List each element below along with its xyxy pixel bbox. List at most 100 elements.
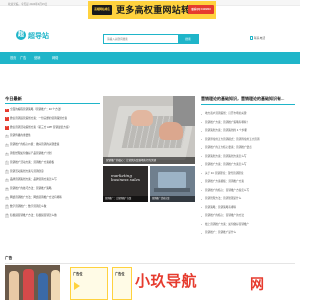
ad-photo[interactable] [5, 265, 60, 300]
nav-item-marketing[interactable]: 营销 [34, 52, 40, 64]
list-item[interactable]: 6 销售经理如何做好产品营销推广计划 [5, 150, 100, 159]
ad-tag: 高端网站域名 [92, 5, 112, 15]
nav-item-ads[interactable]: 广告 [20, 52, 26, 64]
greeting-text: 欢迎光临，今天是 2024年4月15日 [8, 2, 48, 6]
list-item-text: 销售经理如何做好产品营销推广计划 [10, 151, 52, 155]
list-item[interactable]: 营销推广的核心：营销推广的方法 [201, 212, 295, 221]
rank-badge: 9 [5, 178, 9, 183]
arrow-icon [74, 282, 80, 290]
hand-illustration [131, 110, 153, 126]
ad-big-subtext: 网 [250, 277, 264, 293]
list-item-text: 营销推广的核心价值：做好营销的关键要素 [10, 143, 60, 147]
rank-badge: 13 [5, 214, 9, 218]
logo-name: 超导站 [28, 32, 49, 40]
ad-tile-text: 广告位 [73, 272, 83, 276]
list-item[interactable]: 1 全面的编程营销策略（营销推广：40 个方法） [5, 106, 100, 115]
list-item[interactable]: 关于 4C 营销理论：现代营销理论 [201, 170, 295, 179]
list-item[interactable]: 营销推广的核心：营销推广方案怎么写 [201, 187, 295, 196]
list-item[interactable]: 营销管理方法：营销管理是什么 [201, 195, 295, 204]
list-item-text: 品牌营销策划方案：品牌营销方案怎么写 [10, 178, 57, 182]
list-item[interactable]: 12 数字营销推广：数字营销怎么做 [5, 203, 100, 212]
list-item[interactable]: 营销推广方案模板：营销推广方案 [201, 178, 295, 187]
ad-tile-2[interactable]: 广告位 [112, 267, 132, 300]
feature-caption: 营销推广活动方案 [150, 196, 195, 202]
list-item-text: 微信营销活动策划方案（第三方 APP 营销最优方案） [10, 125, 72, 129]
today-title: 今日最新 [5, 96, 22, 101]
person-illustration [9, 271, 19, 300]
laptop-screen-illustration [158, 172, 186, 188]
ad-qq-contact[interactable]: 联系QQ:4110213 [188, 5, 214, 14]
phone-icon [250, 36, 253, 41]
rank-badge: 3 [5, 126, 9, 130]
right-article-list: 地方商户营销策划：打开市场的关键 营销推广方案：营销推广策略有哪些？ 营销策划方… [201, 110, 295, 238]
image-text: marketing business sales [111, 173, 140, 183]
logo-icon: 超 [16, 30, 26, 40]
list-item[interactable]: 5 营销推广的核心价值：做好营销的关键要素 [5, 141, 100, 150]
person-illustration [23, 269, 34, 300]
section-divider [5, 103, 100, 104]
feature-image-small-1[interactable]: marketing business sales 营销推广：让营销推广方案 [103, 166, 148, 202]
rank-badge: 4 [5, 134, 9, 139]
list-item[interactable]: 地方商户营销策划：打开市场的关键 [201, 110, 295, 119]
ad-tile-1[interactable]: 广告位 [70, 267, 108, 300]
phone-contact[interactable]: 联系电话 [250, 36, 266, 41]
list-item[interactable]: 8 营销活动策划方案与营销创意 [5, 168, 100, 177]
list-item[interactable]: 2 微信营销运营策划方案：一份完整的营销策划方案 [5, 115, 100, 124]
site-header: 超 超导站 搜索 联系电话 [0, 20, 300, 50]
rank-badge: 7 [5, 161, 9, 165]
main-nav: 首页 广告 营销 网络 [0, 52, 300, 64]
list-item-text: 网络营销推广方法：网络营销推广方法有哪些 [10, 195, 62, 199]
list-item[interactable]: 9 品牌营销策划方案：品牌营销方案怎么写 [5, 176, 100, 185]
list-item[interactable]: 10 营销推广的技巧方法：营销推广策略 [5, 185, 100, 194]
rank-badge: 2 [5, 117, 9, 121]
site-logo[interactable]: 超 超导站 [16, 28, 56, 42]
list-item[interactable]: 营销策划方案：营销策划的 4 个步骤 [201, 127, 295, 136]
list-item-text: 全面的编程营销策略（营销推广：40 个方法） [10, 108, 63, 111]
ads-label: 广告 [5, 256, 13, 260]
list-item[interactable]: 营销推广方案：营销推广策略有哪些？ [201, 119, 295, 128]
list-item[interactable]: 营销策略：营销策略有哪些 [201, 204, 295, 213]
laptop-base-illustration [154, 188, 190, 192]
list-item[interactable]: 营销策划方案：营销策划方案怎么写 [201, 153, 295, 162]
section-divider [5, 263, 295, 264]
person-illustration [38, 273, 48, 300]
today-list: 1 全面的编程营销策略（营销推广：40 个方法） 2 微信营销运营策划方案：一份完整… [5, 106, 100, 220]
nav-item-network[interactable]: 网络 [52, 52, 58, 64]
rank-badge: 1 [5, 108, 9, 113]
rank-badge: 11 [5, 196, 9, 201]
list-item-text: 营销传播的重要性 [10, 134, 31, 138]
list-item-text: 营销推广的技巧方法：营销推广策略 [10, 187, 52, 191]
search-button[interactable]: 搜索 [178, 35, 198, 43]
list-item[interactable]: 11 网络营销推广方法：网络营销推广方法有哪些 [5, 194, 100, 203]
list-item[interactable]: 13 短视频营销推广方法：短视频营销怎么做 [5, 212, 100, 221]
list-item-text: 微信营销运营策划方案：一份完整的营销策划方案 [10, 116, 68, 120]
list-item[interactable]: 4 营销传播的重要性 [5, 132, 100, 141]
section-divider [201, 104, 295, 105]
nav-item-home[interactable]: 首页 [10, 52, 16, 64]
phone-label: 联系电话 [254, 36, 266, 40]
top-ad-banner[interactable]: 高端网站域名 更多高权重网站转让 联系QQ:4110213 [88, 1, 216, 19]
right-headline[interactable]: 营销理论的基础知识，营销理论的基础知识有... [201, 96, 295, 102]
hand-illustration [159, 122, 183, 140]
list-item-text: 营销活动策划方案与营销创意 [10, 169, 44, 173]
feature-image-main[interactable]: 营销推广的核心：让营销方案落地执行的关键 [103, 96, 195, 164]
ads-section: 广告 广告位 广告位 小玖导航 网 [0, 250, 300, 300]
list-item[interactable]: 线上营销推广方案：如何做好营销推广 [201, 221, 295, 230]
list-item[interactable]: 3 微信营销活动策划方案（第三方 APP 营销最优方案） [5, 124, 100, 133]
list-item[interactable]: 营销推广：营销推广是什么 [201, 229, 295, 238]
list-item[interactable]: 7 营销推广活动方案：营销推广方案模板 [5, 159, 100, 168]
ad-big-text[interactable]: 小玖导航 [135, 270, 197, 291]
list-item[interactable]: 营销推广方案：营销推广方案怎么写 [201, 161, 295, 170]
feature-image-small-2[interactable]: 营销推广活动方案 [150, 166, 195, 202]
rank-badge: 8 [5, 170, 9, 174]
person-illustration [51, 270, 60, 300]
list-item[interactable]: 营销界常用五大营销模式：营销界常用五大营销 [201, 136, 295, 145]
list-item-text: 短视频营销推广方法：短视频营销怎么做 [10, 213, 57, 217]
search-box: 搜索 [103, 34, 199, 44]
feature-caption: 营销推广：让营销推广方案 [103, 196, 148, 202]
list-item[interactable]: 营销推广的五大核心要素：营销推广要点 [201, 144, 295, 153]
rank-badge: 12 [5, 205, 9, 209]
rank-badge: 5 [5, 143, 9, 148]
rank-badge: 10 [5, 187, 9, 192]
search-input[interactable] [104, 35, 178, 43]
